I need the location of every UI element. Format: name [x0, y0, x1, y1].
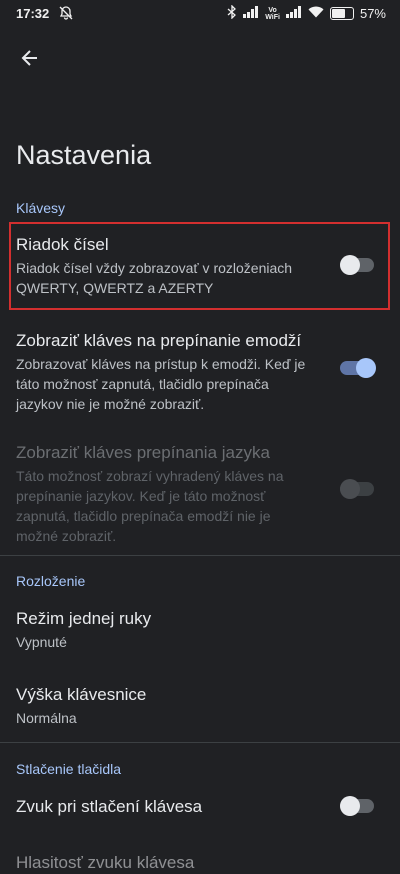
page-title: Nastavenia: [16, 140, 152, 170]
vowifi-label-bottom: WiFi: [265, 13, 280, 21]
toggle-knob: [340, 796, 360, 816]
section-header-layout: Rozloženie: [16, 573, 86, 589]
setting-title: Výška klávesnice: [16, 685, 147, 704]
arrow-back-icon: [20, 48, 40, 73]
setting-title: Zobraziť kláves na prepínanie emodží: [16, 331, 302, 350]
highlight-box: [9, 222, 390, 310]
setting-key-volume[interactable]: Hlasitosť zvuku klávesa: [16, 852, 316, 874]
wifi-icon: [308, 6, 324, 21]
divider: [0, 555, 400, 556]
setting-emoji-key[interactable]: Zobraziť kláves na prepínanie emodží Zob…: [16, 330, 316, 414]
status-time: 17:32: [16, 6, 50, 21]
setting-title: Režim jednej ruky: [16, 609, 152, 628]
setting-keyboard-height[interactable]: Výška klávesnice Normálna: [16, 684, 316, 728]
setting-title: Zvuk pri stlačení klávesa: [16, 797, 203, 816]
battery-percent: 57%: [359, 6, 386, 21]
status-icons: Vo WiFi 57%: [227, 4, 386, 22]
setting-title: Hlasitosť zvuku klávesa: [16, 853, 195, 872]
setting-title: Zobraziť kláves prepínania jazyka: [16, 443, 270, 462]
setting-subtitle: Táto možnosť zobrazí vyhradený kláves na…: [16, 468, 284, 544]
vowifi-icon: Vo WiFi: [265, 7, 280, 21]
notifications-muted-icon: [58, 5, 74, 24]
emoji-key-toggle[interactable]: [340, 358, 376, 378]
bluetooth-icon: [227, 4, 237, 22]
setting-key-sound[interactable]: Zvuk pri stlačení klávesa: [16, 796, 316, 818]
divider: [0, 742, 400, 743]
signal-icon-2: [285, 6, 302, 21]
language-key-toggle: [340, 479, 374, 499]
setting-subtitle: Vypnuté: [16, 634, 67, 650]
section-header-keys: Klávesy: [16, 200, 66, 216]
signal-icon-1: [243, 6, 259, 21]
setting-one-hand-mode[interactable]: Režim jednej ruky Vypnuté: [16, 608, 316, 652]
vowifi-label-top: Vo: [268, 6, 277, 14]
setting-subtitle: Normálna: [16, 710, 77, 726]
status-bar: 17:32 Vo WiFi 57%: [0, 0, 400, 28]
toggle-knob: [340, 479, 360, 499]
section-header-key-press: Stlačenie tlačidla: [16, 761, 122, 777]
toggle-knob: [356, 358, 376, 378]
setting-language-key: Zobraziť kláves prepínania jazyka Táto m…: [16, 442, 316, 546]
back-button[interactable]: [16, 46, 44, 74]
battery-icon: [329, 7, 354, 20]
key-sound-toggle[interactable]: [340, 796, 374, 816]
setting-subtitle: Zobrazovať kláves na prístup k emodži. K…: [16, 356, 306, 412]
